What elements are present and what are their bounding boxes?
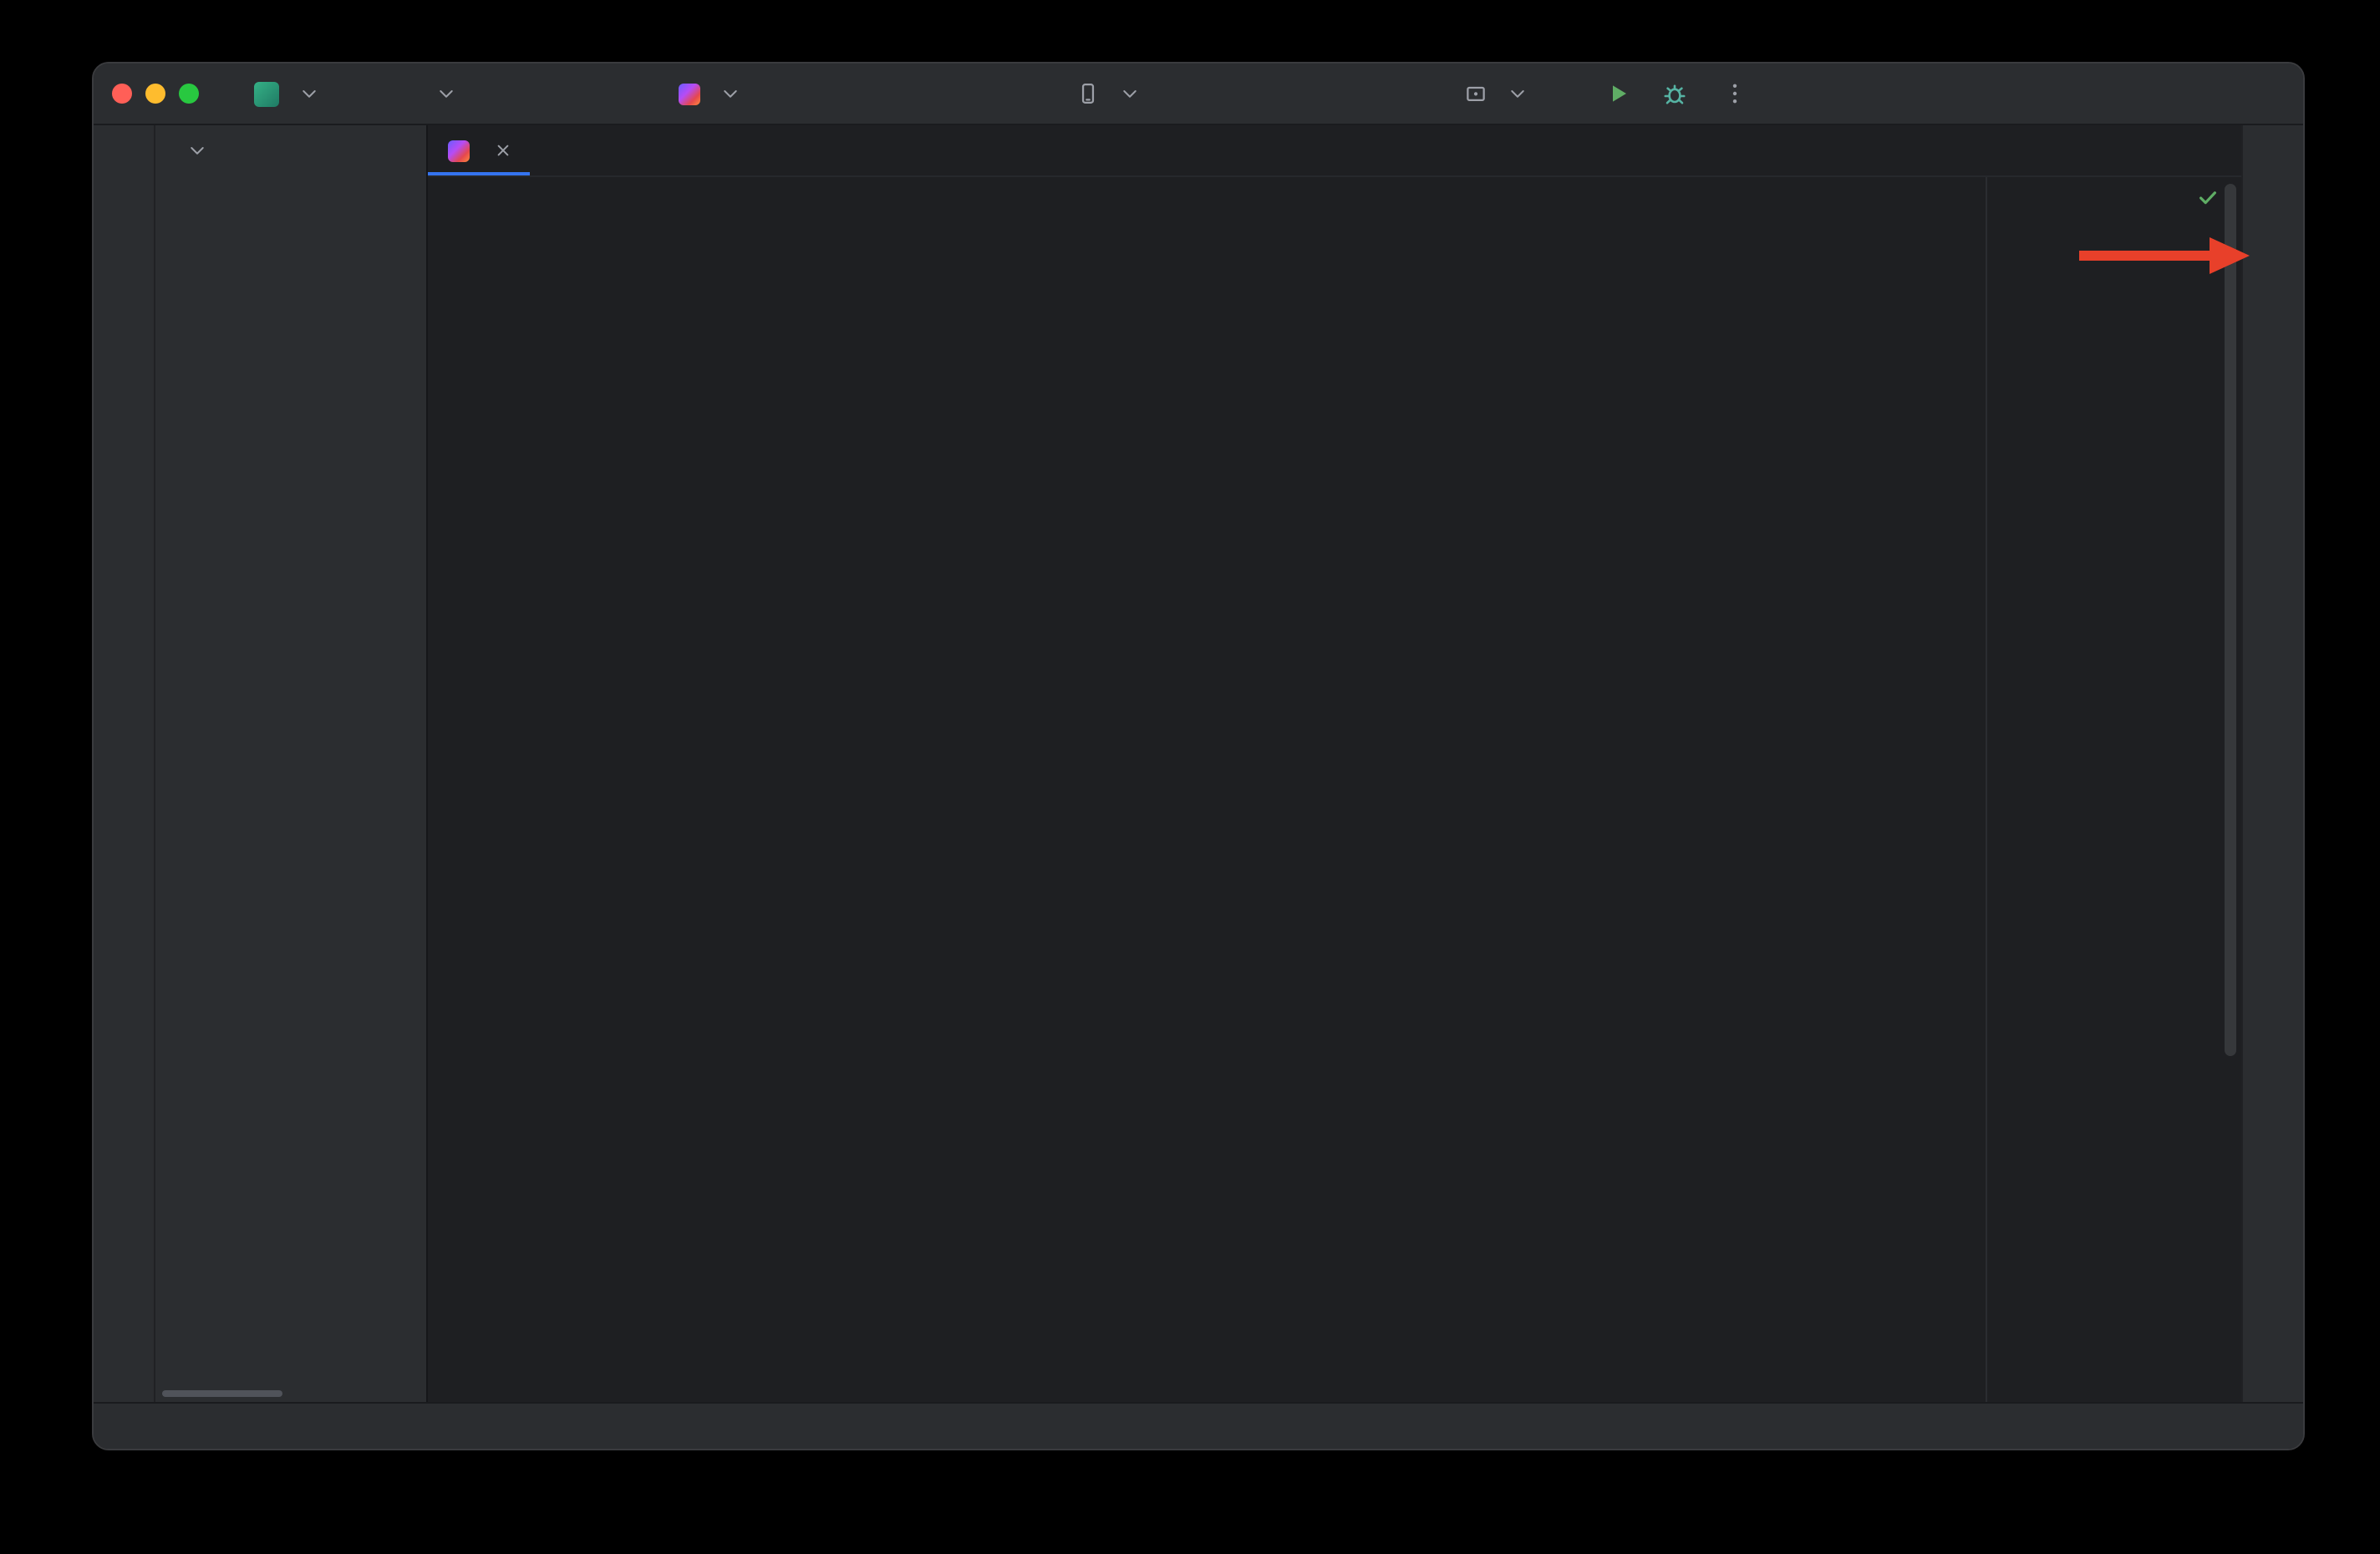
- close-window-button[interactable]: [112, 84, 132, 104]
- close-tab-icon[interactable]: [493, 140, 513, 160]
- horizontal-scrollbar[interactable]: [162, 1390, 282, 1397]
- right-tool-stripe: [2241, 125, 2303, 1402]
- kotlin-file-icon: [448, 140, 470, 161]
- inspections-ok-icon[interactable]: [2196, 185, 2220, 209]
- chevron-down-icon: [720, 84, 740, 104]
- window-controls: [112, 84, 199, 104]
- run-button[interactable]: [1596, 72, 1640, 115]
- zoom-window-button[interactable]: [179, 84, 199, 104]
- project-icon: [254, 81, 279, 106]
- project-panel: [155, 125, 428, 1402]
- left-tool-stripe: [94, 125, 155, 1402]
- run-config-selector[interactable]: [1464, 63, 1528, 124]
- chevron-down-icon: [1120, 84, 1140, 104]
- more-actions-button[interactable]: [1713, 72, 1757, 115]
- device-icon: [1076, 82, 1100, 105]
- main-area: [94, 125, 2303, 1402]
- annotation-arrow: [2079, 251, 2213, 261]
- desktop: [0, 0, 2380, 1554]
- editor-tab-mainactivity[interactable]: [428, 125, 530, 175]
- device-selector[interactable]: [1076, 63, 1140, 124]
- chevron-down-icon: [299, 84, 319, 104]
- chevron-down-icon: [1508, 84, 1528, 104]
- vcs-widget[interactable]: [426, 63, 456, 124]
- project-panel-header[interactable]: [155, 125, 426, 175]
- chevron-down-icon: [436, 84, 456, 104]
- chevron-down-icon: [187, 140, 207, 160]
- vertical-scrollbar[interactable]: [2225, 184, 2236, 1056]
- bug-icon: [1661, 80, 1688, 107]
- android-studio-window: [92, 62, 2305, 1450]
- titlebar: [94, 63, 2303, 125]
- editor-tabbar: [428, 125, 2241, 177]
- annotation-arrow-head: [2210, 236, 2250, 273]
- kotlin-file-icon: [679, 83, 700, 104]
- kebab-icon: [1721, 80, 1748, 107]
- code-editor[interactable]: [428, 177, 2241, 1402]
- statusbar: [94, 1402, 2303, 1449]
- debug-button[interactable]: [1653, 72, 1696, 115]
- right-margin-guide: [1986, 177, 1987, 1402]
- minimize-window-button[interactable]: [145, 84, 165, 104]
- file-switcher[interactable]: [679, 63, 740, 124]
- editor-area: [428, 125, 2241, 1402]
- project-widget[interactable]: [254, 63, 319, 124]
- run-config-icon: [1464, 82, 1488, 105]
- active-tab-indicator: [428, 171, 530, 175]
- play-icon: [1604, 80, 1631, 107]
